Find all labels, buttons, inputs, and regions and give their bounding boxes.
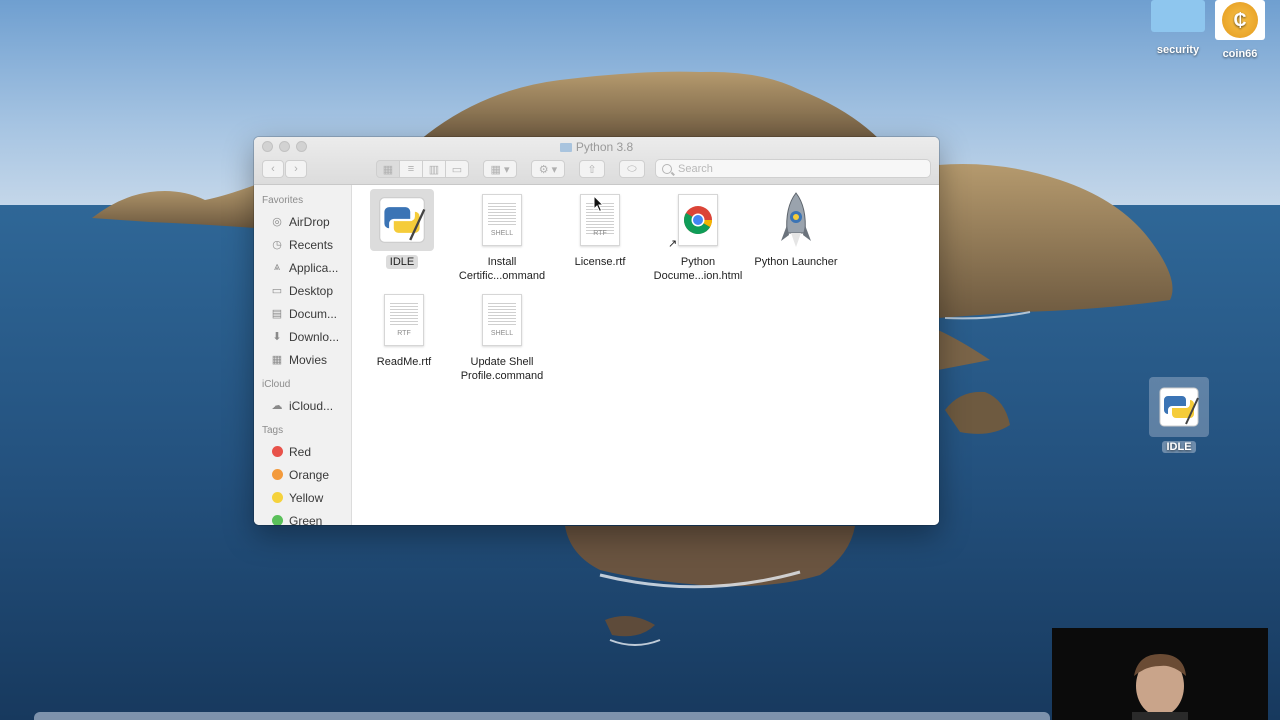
file-item-idle[interactable]: IDLE [353, 189, 451, 269]
shell-script-icon: SHELL [470, 289, 534, 351]
file-name: License.rtf [574, 256, 626, 268]
red-tag-dot-icon [271, 446, 283, 457]
webcam-overlay [1052, 628, 1268, 720]
file-item-update-shell-profile[interactable]: SHELL Update Shell Profile.command [453, 289, 551, 383]
grid-dropdown-icon: ▦ ▾ [490, 163, 510, 176]
file-item-install-certificates[interactable]: SHELL Install Certific...ommand [453, 189, 551, 283]
airdrop-icon: ◎ [272, 216, 282, 228]
chevron-right-icon: › [294, 163, 298, 175]
search-icon [662, 163, 672, 174]
chevron-left-icon: ‹ [271, 163, 275, 175]
gallery-icon: ▭ [451, 163, 463, 176]
file-item-readme[interactable]: RTF ReadMe.rtf [355, 289, 453, 369]
python-idle-icon [1149, 377, 1209, 437]
sidebar-item-desktop[interactable]: ▭ Desktop [254, 279, 351, 302]
chrome-html-icon: ↗ [666, 189, 730, 251]
window-title: Python 3.8 [254, 140, 939, 154]
desktop-icon-label: IDLE [1162, 441, 1196, 453]
sidebar-section-tags: Tags [262, 425, 284, 436]
sidebar-item-movies[interactable]: ▦ Movies [254, 348, 351, 371]
orange-tag-dot-icon [271, 469, 283, 480]
share-button[interactable]: ⇧ [579, 160, 605, 178]
sidebar-item-downloads[interactable]: ⬇ Downlo... [254, 325, 351, 348]
sidebar-tag-orange[interactable]: Orange [254, 463, 351, 486]
sidebar-item-applications[interactable]: ⩓ Applica... [254, 256, 351, 279]
clock-icon: ◷ [272, 239, 282, 251]
sidebar-section-icloud: iCloud [262, 379, 291, 390]
python-idle-icon [370, 189, 434, 251]
window-titlebar[interactable]: Python 3.8 ‹ › ▦ ≡ ▥ ▭ ▦ ▾ ⚙ ▾ ⇧ ⬭ Searc… [254, 137, 939, 185]
coin-icon: ₵ [1215, 0, 1265, 40]
sidebar-tag-red[interactable]: Red [254, 440, 351, 463]
file-browser-area[interactable]: IDLE SHELL Install Certific...ommand RTF… [353, 185, 939, 525]
mouse-cursor-icon [593, 195, 605, 213]
desktop-icon-label: security [1156, 44, 1200, 56]
shell-script-icon: SHELL [470, 189, 534, 251]
dock[interactable] [34, 712, 1050, 720]
sidebar-item-icloud-drive[interactable]: ☁ iCloud... [254, 394, 351, 417]
finder-toolbar: ‹ › ▦ ≡ ▥ ▭ ▦ ▾ ⚙ ▾ ⇧ ⬭ Search [262, 159, 931, 179]
sidebar-item-recents[interactable]: ◷ Recents [254, 233, 351, 256]
alias-arrow-icon: ↗ [668, 238, 678, 250]
sidebar-item-airdrop[interactable]: ◎ AirDrop [254, 210, 351, 233]
file-item-python-launcher[interactable]: Python Launcher [747, 189, 845, 269]
gallery-view-button[interactable]: ▭ [445, 160, 469, 178]
columns-icon: ▥ [428, 163, 440, 176]
person-silhouette-icon [1132, 654, 1188, 720]
icon-view-button[interactable]: ▦ [376, 160, 400, 178]
rtf-document-icon: RTF [372, 289, 436, 351]
desktop-icon-idle[interactable]: IDLE [1148, 377, 1210, 453]
file-name: Python Docume...ion.html [653, 256, 743, 282]
sidebar-tag-green[interactable]: Green [254, 509, 351, 525]
search-placeholder: Search [678, 162, 713, 175]
finder-sidebar: Favorites ◎ AirDrop ◷ Recents ⩓ Applica... … [254, 185, 352, 525]
column-view-button[interactable]: ▥ [422, 160, 446, 178]
search-input[interactable]: Search [655, 159, 931, 178]
tag-icon: ⬭ [627, 162, 637, 175]
film-icon: ▦ [271, 354, 283, 366]
back-button[interactable]: ‹ [262, 160, 284, 178]
file-name: Install Certific...ommand [458, 256, 546, 282]
file-name: Python Launcher [754, 256, 838, 268]
rocket-icon [764, 189, 828, 251]
tags-button[interactable]: ⬭ [619, 160, 645, 178]
file-name: ReadMe.rtf [376, 356, 432, 368]
cloud-icon: ☁ [271, 400, 283, 412]
group-by-button[interactable]: ▦ ▾ [483, 160, 517, 178]
view-mode-group: ▦ ≡ ▥ ▭ [376, 160, 469, 178]
list-icon: ≡ [407, 163, 415, 175]
document-icon: ▤ [271, 308, 283, 320]
folder-icon [1151, 0, 1205, 32]
forward-button[interactable]: › [285, 160, 307, 178]
desktop-icon-label: coin66 [1222, 48, 1258, 60]
action-button[interactable]: ⚙ ▾ [531, 160, 565, 178]
sidebar-tag-yellow[interactable]: Yellow [254, 486, 351, 509]
grid-icon: ▦ [382, 163, 394, 176]
file-item-python-documentation[interactable]: ↗ Python Docume...ion.html [649, 189, 747, 283]
file-name: IDLE [385, 255, 419, 269]
yellow-tag-dot-icon [271, 492, 283, 503]
desktop-icon-security[interactable]: security [1148, 0, 1208, 56]
download-icon: ⬇ [272, 331, 282, 343]
green-tag-dot-icon [271, 515, 283, 525]
sidebar-item-documents[interactable]: ▤ Docum... [254, 302, 351, 325]
desktop-icon-coin66[interactable]: ₵ coin66 [1210, 0, 1270, 60]
sidebar-section-favorites: Favorites [262, 195, 304, 206]
applications-icon: ⩓ [273, 261, 281, 273]
desktop-icon: ▭ [271, 285, 283, 297]
share-icon: ⇧ [587, 163, 597, 176]
file-name: Update Shell Profile.command [460, 356, 544, 382]
folder-icon [559, 143, 572, 152]
navigation-buttons: ‹ › [262, 160, 307, 178]
list-view-button[interactable]: ≡ [399, 160, 423, 178]
gear-icon: ⚙ ▾ [538, 163, 558, 176]
